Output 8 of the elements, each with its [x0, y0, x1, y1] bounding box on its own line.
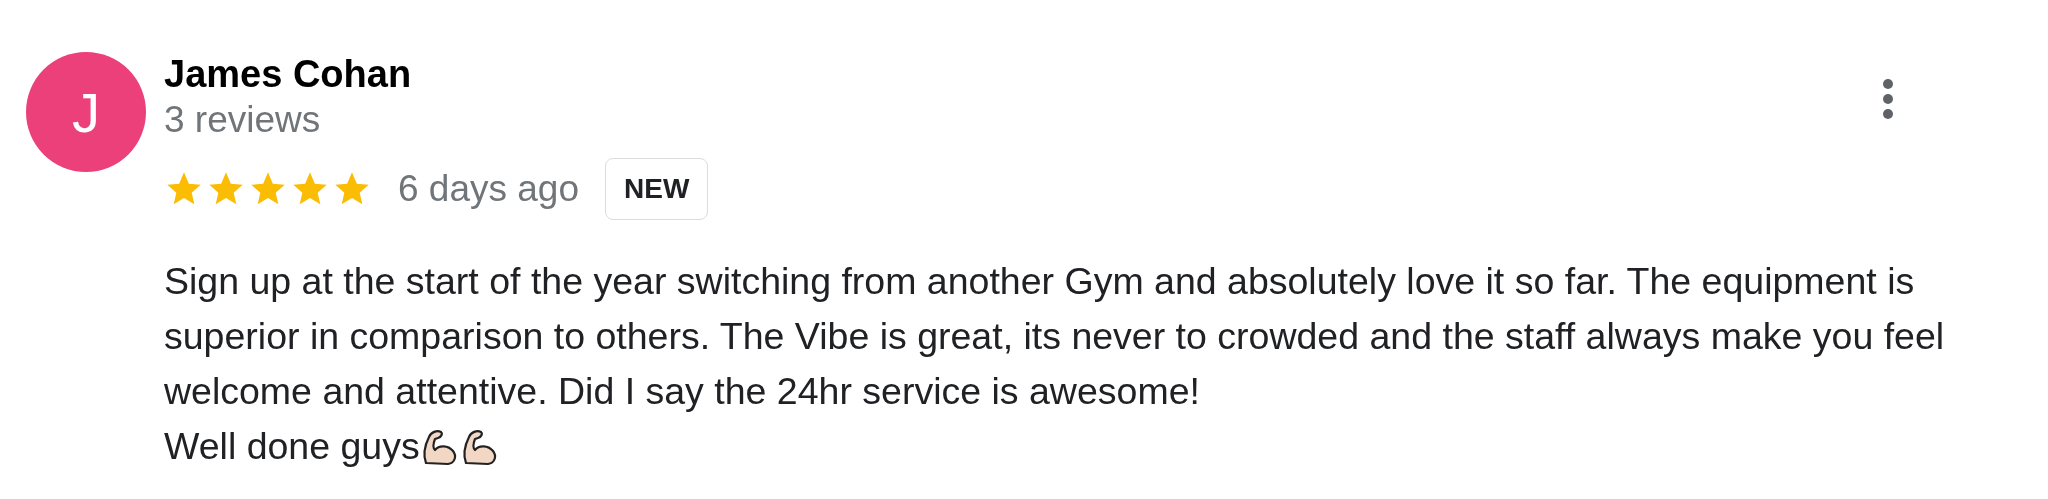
- new-badge: NEW: [605, 158, 709, 220]
- review-text: Well done guys: [164, 424, 420, 469]
- more-options-icon[interactable]: [1882, 78, 1894, 120]
- avatar[interactable]: J: [26, 52, 146, 172]
- author-name[interactable]: James Cohan: [164, 54, 412, 94]
- review-text: Sign up at the start of the year switching from another Gym and absolutely love it so far. The equipment is superior in comparison to others. The Vibe is great, its never to crowded and the staff always make you feel welcome and attentive. Did I say the 24hr service is awesome!: [164, 259, 1946, 414]
- review-time: 6 days ago: [398, 168, 580, 210]
- review-count: 3 reviews: [164, 100, 322, 140]
